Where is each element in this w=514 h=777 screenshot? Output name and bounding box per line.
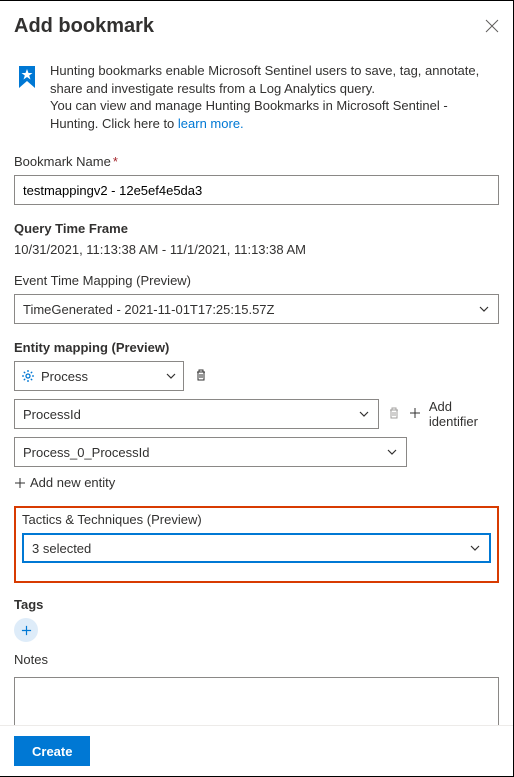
plus-icon: [409, 406, 421, 422]
info-line2: You can view and manage Hunting Bookmark…: [50, 98, 448, 131]
bookmark-icon: [14, 64, 40, 93]
tags-label: Tags: [14, 597, 499, 612]
tactics-label: Tactics & Techniques (Preview): [22, 512, 491, 527]
chevron-down-icon: [358, 408, 370, 420]
bookmark-name-input[interactable]: [14, 175, 499, 205]
add-tag-button[interactable]: [14, 618, 38, 642]
plus-icon: [14, 477, 26, 489]
add-identifier-button[interactable]: Add identifier: [429, 399, 499, 429]
chevron-down-icon: [386, 446, 398, 458]
query-timeframe-label: Query Time Frame: [14, 221, 499, 236]
delete-entity-icon[interactable]: [194, 368, 208, 385]
identifier-value-select[interactable]: Process_0_ProcessId: [14, 437, 407, 467]
entity-mapping-label: Entity mapping (Preview): [14, 340, 499, 355]
tactics-section: Tactics & Techniques (Preview) 3 selecte…: [14, 506, 499, 583]
delete-identifier-icon[interactable]: [387, 406, 401, 423]
identifier-select[interactable]: ProcessId: [14, 399, 379, 429]
panel-title: Add bookmark: [14, 15, 154, 38]
notes-textarea[interactable]: [14, 677, 499, 729]
tactics-select[interactable]: 3 selected: [22, 533, 491, 563]
query-timeframe-value: 10/31/2021, 11:13:38 AM - 11/1/2021, 11:…: [14, 242, 499, 257]
info-text: Hunting bookmarks enable Microsoft Senti…: [50, 62, 499, 132]
event-time-mapping-label: Event Time Mapping (Preview): [14, 273, 499, 288]
learn-more-link[interactable]: learn more.: [178, 116, 244, 131]
chevron-down-icon: [478, 303, 490, 315]
bookmark-name-label: Bookmark Name*: [14, 154, 499, 169]
info-line1: Hunting bookmarks enable Microsoft Senti…: [50, 63, 479, 96]
gear-icon: [21, 369, 35, 383]
chevron-down-icon: [469, 542, 481, 554]
create-button[interactable]: Create: [14, 736, 90, 766]
entity-type-select[interactable]: Process: [14, 361, 184, 391]
add-new-entity-button[interactable]: Add new entity: [14, 475, 499, 490]
chevron-down-icon: [165, 370, 177, 382]
notes-label: Notes: [14, 652, 499, 667]
event-time-mapping-select[interactable]: TimeGenerated - 2021-11-01T17:25:15.57Z: [14, 294, 499, 324]
plus-icon: [21, 625, 32, 636]
close-icon[interactable]: [485, 18, 499, 36]
